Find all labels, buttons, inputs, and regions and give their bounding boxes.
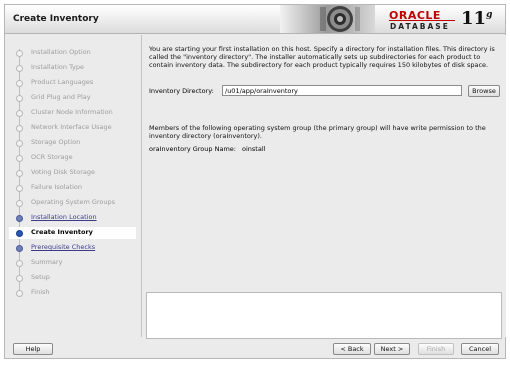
step-label: Product Languages	[31, 78, 94, 86]
step-item: Failure Isolation	[9, 182, 139, 194]
step-indicator-icon	[16, 215, 23, 222]
help-button[interactable]: Help	[13, 343, 53, 355]
step-item: Voting Disk Storage	[9, 167, 139, 179]
step-item: Cluster Node Information	[9, 107, 139, 119]
step-label: Cluster Node Information	[31, 108, 113, 116]
step-indicator-icon	[16, 185, 23, 192]
message-area	[146, 292, 502, 339]
group-name-label: oraInventory Group Name:	[149, 145, 236, 153]
step-label: Summary	[31, 258, 63, 266]
next-button[interactable]: Next >	[374, 343, 410, 355]
step-indicator-icon	[16, 290, 23, 297]
installer-window: Create Inventory ORACLE DATABASE 11g Ins	[4, 4, 506, 359]
step-indicator-icon	[16, 65, 23, 72]
step-indicator-icon	[16, 245, 23, 252]
gear-logo-icon	[280, 5, 375, 33]
header-bar: Create Inventory ORACLE DATABASE 11g	[5, 5, 505, 34]
step-item: Setup	[9, 272, 139, 284]
step-item: Storage Option	[9, 137, 139, 149]
step-item: OCR Storage	[9, 152, 139, 164]
group-permission-text: Members of the following operating syste…	[149, 124, 486, 141]
step-label: Voting Disk Storage	[31, 168, 96, 176]
step-item: Product Languages	[9, 77, 139, 89]
step-label: Setup	[31, 273, 50, 281]
step-label: OCR Storage	[31, 153, 73, 161]
browse-button[interactable]: Browse	[468, 85, 500, 97]
step-item: Grid Plug and Play	[9, 92, 139, 104]
step-item: Finish	[9, 287, 139, 299]
step-item: Operating System Groups	[9, 197, 139, 209]
step-indicator-icon	[16, 260, 23, 267]
step-item: Create Inventory	[9, 227, 136, 239]
step-item: Installation Type	[9, 62, 139, 74]
step-label: Installation Option	[31, 48, 91, 56]
step-item: Installation Option	[9, 47, 139, 59]
step-indicator-icon	[16, 170, 23, 177]
step-label: Finish	[31, 288, 50, 296]
step-label: Failure Isolation	[31, 183, 82, 191]
inventory-directory-label: Inventory Directory:	[149, 87, 214, 95]
step-item: Network Interface Usage	[9, 122, 139, 134]
step-label[interactable]: Prerequisite Checks	[31, 243, 95, 251]
step-indicator-icon	[16, 125, 23, 132]
step-label: Network Interface Usage	[31, 123, 112, 131]
version-mark: 11g	[461, 8, 493, 29]
step-item[interactable]: Prerequisite Checks	[9, 242, 139, 254]
database-wordmark: DATABASE	[390, 22, 450, 31]
step-indicator-icon	[16, 140, 23, 147]
step-label[interactable]: Installation Location	[31, 213, 97, 221]
step-indicator-icon	[16, 95, 23, 102]
step-indicator-icon	[16, 110, 23, 117]
step-indicator-icon	[16, 275, 23, 282]
back-button[interactable]: < Back	[333, 343, 371, 355]
oracle-underline	[389, 20, 455, 21]
step-label: Installation Type	[31, 63, 84, 71]
step-item[interactable]: Installation Location	[9, 212, 139, 224]
footer-bar: Help < Back Next > Finish Cancel	[5, 340, 505, 358]
oracle-database-logo: ORACLE DATABASE 11g	[385, 7, 501, 32]
step-label: Operating System Groups	[31, 198, 116, 206]
inventory-directory-input[interactable]	[222, 85, 462, 96]
step-label: Grid Plug and Play	[31, 93, 91, 101]
step-indicator-icon	[16, 80, 23, 87]
intro-text: You are starting your first installation…	[149, 45, 495, 70]
steps-panel: Installation Option Installation Type Prod…	[9, 35, 137, 335]
step-indicator-icon	[16, 155, 23, 162]
step-indicator-icon	[16, 50, 23, 57]
window-title: Create Inventory	[13, 14, 99, 24]
step-indicator-icon	[16, 200, 23, 207]
group-name-value: oinstall	[242, 145, 266, 153]
step-label: Storage Option	[31, 138, 81, 146]
step-label: Create Inventory	[31, 228, 93, 236]
finish-button[interactable]: Finish	[418, 343, 454, 355]
content-panel: You are starting your first installation…	[141, 35, 506, 339]
step-indicator-icon	[16, 230, 23, 237]
step-item: Summary	[9, 257, 139, 269]
cancel-button[interactable]: Cancel	[461, 343, 499, 355]
